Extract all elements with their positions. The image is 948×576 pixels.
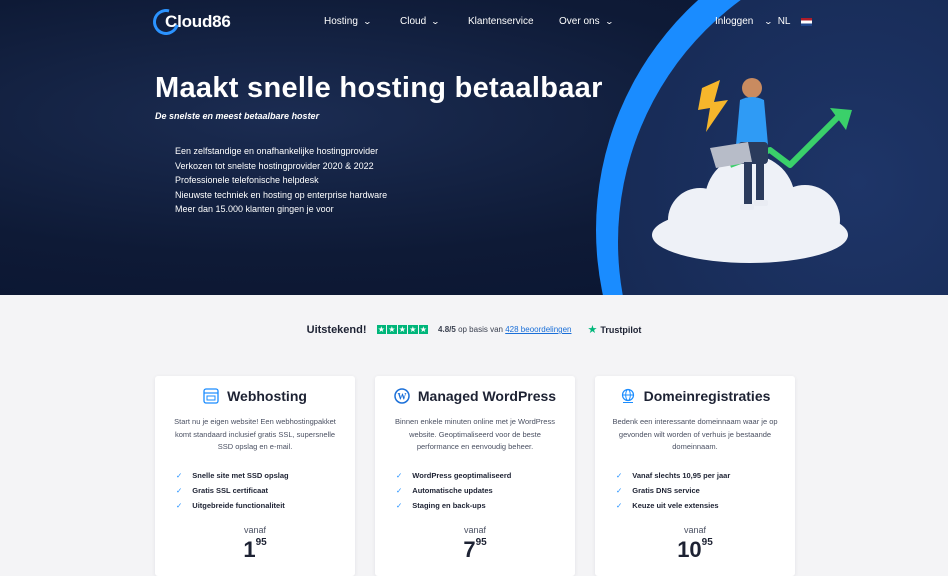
chevron-down-icon: ⌄ xyxy=(763,17,774,26)
check-icon: ✓ xyxy=(616,501,623,511)
card-description: Bedenk een interessante domeinnaam waar … xyxy=(612,417,778,451)
cloud-logo-icon xyxy=(148,4,184,40)
feature-item: ✓ Gratis SSL certificaat xyxy=(176,483,355,498)
webhosting-icon xyxy=(203,388,219,404)
check-icon: ✓ xyxy=(176,501,183,511)
usp-item: Meer dan 15.000 klanten gingen je voor xyxy=(175,204,334,214)
usp-list: Een zelfstandige en onafhankelijke hosti… xyxy=(175,144,387,217)
top-nav: Cloud86 Hosting ⌄ Cloud ⌄ Klantenservice O… xyxy=(0,0,948,44)
feature-item: ✓ WordPress geoptimaliseerd xyxy=(396,468,575,483)
feature-list: ✓ Snelle site met SSD opslag ✓ Gratis SSL … xyxy=(176,468,355,514)
price: 795 xyxy=(463,537,487,563)
price-from-label: vanaf xyxy=(243,525,267,536)
chevron-down-icon: ⌄ xyxy=(362,17,372,26)
check-icon: ✓ xyxy=(616,470,623,480)
nav-hosting[interactable]: Hosting ⌄ xyxy=(324,16,372,27)
hero-title: Maakt snelle hosting betaalbaar xyxy=(155,72,603,104)
star-icon: ★ xyxy=(387,324,397,335)
check-icon: ✓ xyxy=(396,501,403,511)
check-icon: ✓ xyxy=(176,470,183,480)
feature-item: ✓ Gratis DNS service xyxy=(616,483,795,498)
check-icon: ✓ xyxy=(176,485,183,495)
usp-item: Professionele telefonische helpdesk xyxy=(175,175,319,185)
rating-label: Uitstekend! xyxy=(306,323,367,336)
nav-over-ons[interactable]: Over ons ⌄ xyxy=(559,16,614,27)
star-icon: ★ xyxy=(418,324,429,335)
nav-cloud[interactable]: Cloud ⌄ xyxy=(400,16,441,27)
card-description: Binnen enkele minuten online met je Word… xyxy=(395,417,555,451)
star-icon: ★ xyxy=(408,324,418,335)
wordpress-icon: W xyxy=(394,388,410,404)
usp-item: Een zelfstandige en onafhankelijke hosti… xyxy=(175,146,379,156)
logo[interactable]: Cloud86 xyxy=(148,4,231,40)
product-card-domeinregistraties[interactable]: Domeinregistraties Bedenk een interessan… xyxy=(595,376,795,576)
star-icon: ★ xyxy=(376,324,387,335)
feature-item: ✓ Keuze uit vele extensies xyxy=(616,498,795,513)
card-description: Start nu je eigen website! Een webhostin… xyxy=(174,417,336,451)
login-link[interactable]: Inloggen xyxy=(715,16,753,27)
feature-item: ✓ Snelle site met SSD opslag xyxy=(176,468,355,483)
check-icon: ✓ xyxy=(616,485,623,495)
feature-item: ✓ Uitgebreide functionaliteit xyxy=(176,498,355,513)
card-title: Domeinregistraties xyxy=(643,388,771,404)
card-title: Webhosting xyxy=(227,388,307,404)
feature-list: ✓ Vanaf slechts 10,95 per jaar ✓ Gratis DN… xyxy=(616,468,795,514)
trustpilot-star-icon: ★ xyxy=(587,324,598,336)
usp-item: Verkozen tot snelste hostingprovider 202… xyxy=(175,160,374,171)
price-from-label: vanaf xyxy=(463,525,487,536)
feature-item: ✓ Staging en back-ups xyxy=(396,498,575,513)
feature-item: ✓ Vanaf slechts 10,95 per jaar xyxy=(616,468,795,483)
feature-item: ✓ Automatische updates xyxy=(396,483,575,498)
hero-illustration xyxy=(652,78,852,263)
price: 195 xyxy=(243,537,267,563)
product-card-webhosting[interactable]: Webhosting Start nu je eigen website! Ee… xyxy=(155,376,355,576)
reviews-link[interactable]: 428 beoordelingen xyxy=(505,325,571,334)
svg-text:W: W xyxy=(397,392,406,402)
trustpilot-logo[interactable]: ★ Trustpilot xyxy=(588,323,642,336)
globe-icon xyxy=(621,388,634,403)
rating-score: 4.8/5 xyxy=(438,325,456,334)
rating-stars: ★ ★ ★ ★ ★ xyxy=(376,324,429,335)
check-icon: ✓ xyxy=(396,470,403,480)
language-selector[interactable]: ⌄ NL xyxy=(763,16,812,27)
star-icon: ★ xyxy=(397,324,408,335)
hero-section: Cloud86 Hosting ⌄ Cloud ⌄ Klantenservice O… xyxy=(0,0,948,295)
trustpilot-rating-bar: Uitstekend! ★ ★ ★ ★ ★ 4.8/5 op basis van… xyxy=(0,323,948,337)
feature-list: ✓ WordPress geoptimaliseerd ✓ Automatische… xyxy=(396,468,575,514)
rating-text: 4.8/5 op basis van 428 beoordelingen xyxy=(438,325,572,334)
chevron-down-icon: ⌄ xyxy=(604,17,614,26)
check-icon: ✓ xyxy=(396,485,403,495)
nl-flag-icon xyxy=(800,17,812,26)
price: 1095 xyxy=(677,537,713,563)
price-from-label: vanaf xyxy=(683,525,707,536)
product-card-managed-wordpress[interactable]: W Managed WordPress Binnen enkele minute… xyxy=(375,376,575,576)
usp-item: Nieuwste techniek en hosting op enterpri… xyxy=(175,189,388,200)
nav-klantenservice[interactable]: Klantenservice xyxy=(468,16,534,27)
chevron-down-icon: ⌄ xyxy=(430,17,441,26)
card-title: Managed WordPress xyxy=(417,388,557,404)
hero-subtitle: De snelste en meest betaalbare hoster xyxy=(155,111,320,121)
